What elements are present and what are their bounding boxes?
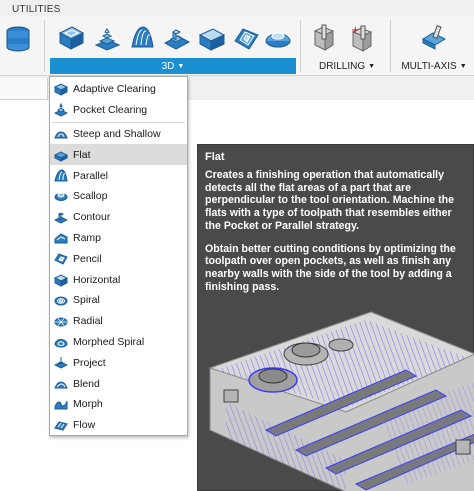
menu-item-flat[interactable]: Flat	[50, 144, 187, 166]
menu-item-flow[interactable]: Flow	[50, 415, 187, 436]
tooltip-tip: Obtain better cutting conditions by opti…	[205, 242, 456, 293]
flat-toolpath-preview-image	[208, 311, 474, 491]
menu-item-pencil[interactable]: Pencil	[50, 248, 187, 269]
menu-item-adaptive-clearing[interactable]: Adaptive Clearing	[50, 79, 187, 100]
caret-down-icon: ▼	[177, 62, 185, 70]
menu-item-label: Flow	[73, 419, 96, 432]
menu-item-scallop[interactable]: Scallop	[50, 186, 187, 207]
menu-separator	[52, 121, 185, 123]
caret-down-icon: ▼	[459, 62, 467, 70]
menu-item-spiral[interactable]: Spiral	[50, 290, 187, 311]
group-drilling-button[interactable]: DRILLING ▼	[306, 58, 388, 74]
menu-item-label: Scallop	[73, 190, 108, 203]
pocket-clearing-icon	[54, 103, 68, 117]
menu-item-label: Morph	[73, 398, 103, 411]
menu-item-label: Ramp	[73, 231, 102, 244]
group-multiaxis-button[interactable]: MULTI-AXIS ▼	[394, 58, 474, 74]
menu-item-label: Flat	[73, 148, 91, 161]
flat-tooltip: Flat Creates a finishing operation that …	[197, 144, 474, 491]
group-multiaxis-label: MULTI-AXIS	[401, 60, 457, 72]
radial-icon	[54, 314, 68, 328]
setup-stack-icon[interactable]	[2, 22, 34, 54]
scallop-3d-icon[interactable]	[262, 22, 294, 54]
contour-icon	[54, 210, 68, 224]
pocket-3d-icon[interactable]	[91, 22, 123, 54]
ramp-icon	[54, 231, 68, 245]
flat-icon	[54, 148, 68, 162]
menu-item-blend[interactable]: Blend	[50, 373, 187, 394]
menu-item-label: Morphed Spiral	[73, 335, 145, 348]
ribbon-divider	[390, 20, 391, 72]
ribbon-tab-label: UTILITIES	[12, 4, 61, 15]
steep-shallow-icon	[54, 127, 68, 141]
hole-recognition-icon[interactable]: +	[346, 22, 378, 54]
multi-axis-icon[interactable]	[418, 22, 450, 54]
horizontal-3d-icon[interactable]	[196, 22, 228, 54]
drill-icon[interactable]	[308, 22, 340, 54]
menu-item-label: Adaptive Clearing	[73, 83, 156, 96]
pencil-icon	[54, 252, 68, 266]
tooltip-description: Creates a finishing operation that autom…	[205, 169, 454, 232]
scallop-icon	[54, 189, 68, 203]
menu-item-label: Contour	[73, 211, 111, 224]
adaptive-3d-icon[interactable]	[55, 22, 87, 54]
horizontal-icon	[54, 273, 68, 287]
project-icon	[54, 356, 68, 370]
menu-item-label: Pencil	[73, 252, 102, 265]
menu-item-pocket-clearing[interactable]: Pocket Clearing	[50, 100, 187, 121]
parallel-3d-icon[interactable]	[126, 22, 158, 54]
group-3d-button[interactable]: 3D ▼	[50, 58, 296, 74]
caret-down-icon: ▼	[368, 62, 376, 70]
svg-text:+: +	[351, 25, 359, 36]
menu-item-label: Blend	[73, 377, 100, 390]
parallel-icon	[54, 169, 68, 183]
pencil-3d-icon[interactable]	[230, 22, 262, 54]
menu-item-horizontal[interactable]: Horizontal	[50, 269, 187, 290]
menu-item-label: Parallel	[73, 169, 109, 182]
spiral-icon	[54, 293, 68, 307]
menu-item-label: Steep and Shallow	[73, 127, 161, 140]
group-drilling-label: DRILLING	[318, 60, 366, 72]
menu-item-radial[interactable]: Radial	[50, 311, 187, 332]
contour-3d-icon[interactable]	[161, 22, 193, 54]
menu-item-morphed-spiral[interactable]: Morphed Spiral	[50, 332, 187, 353]
menu-item-label: Pocket Clearing	[73, 104, 148, 117]
menu-item-label: Spiral	[73, 294, 100, 307]
menu-item-ramp[interactable]: Ramp	[50, 228, 187, 249]
ribbon-divider	[300, 20, 301, 72]
menu-item-label: Radial	[73, 315, 103, 328]
morph-icon	[54, 397, 68, 411]
ribbon-divider	[44, 20, 45, 72]
menu-item-project[interactable]: Project	[50, 352, 187, 373]
menu-item-contour[interactable]: Contour	[50, 207, 187, 228]
menu-item-steep-and-shallow[interactable]: Steep and Shallow	[50, 124, 187, 145]
menu-item-label: Horizontal	[73, 273, 121, 286]
morphed-spiral-icon	[54, 335, 68, 349]
tooltip-title: Flat	[205, 151, 225, 163]
browser-panel-strip	[0, 78, 48, 100]
strategy-dropdown-menu: Adaptive Clearing Pocket Clearing Steep …	[49, 76, 188, 436]
menu-item-morph[interactable]: Morph	[50, 394, 187, 415]
menu-item-parallel[interactable]: Parallel	[50, 165, 187, 186]
blend-icon	[54, 377, 68, 391]
menu-item-label: Project	[73, 356, 106, 369]
flow-icon	[54, 418, 68, 432]
group-3d-label: 3D	[161, 60, 175, 72]
adaptive-clearing-icon	[54, 82, 68, 97]
